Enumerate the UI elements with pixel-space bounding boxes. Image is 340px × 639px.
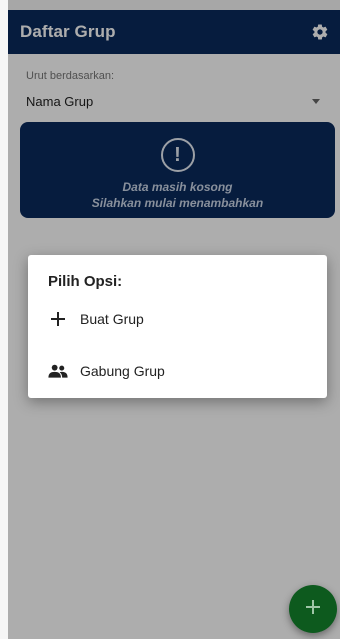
option-join-group[interactable]: Gabung Grup	[46, 356, 327, 386]
option-create-group[interactable]: Buat Grup	[46, 304, 327, 334]
plus-icon	[46, 307, 70, 331]
option-label: Gabung Grup	[80, 363, 165, 379]
options-dialog: Pilih Opsi: Buat Grup Gabung Grup	[28, 255, 327, 398]
dialog-title: Pilih Opsi:	[48, 273, 123, 290]
screen: Daftar Grup Urut berdasarkan: Nama Grup …	[0, 0, 340, 639]
add-fab-button[interactable]	[289, 585, 337, 633]
option-label: Buat Grup	[80, 311, 144, 327]
group-icon	[46, 359, 70, 383]
plus-icon	[306, 599, 320, 619]
